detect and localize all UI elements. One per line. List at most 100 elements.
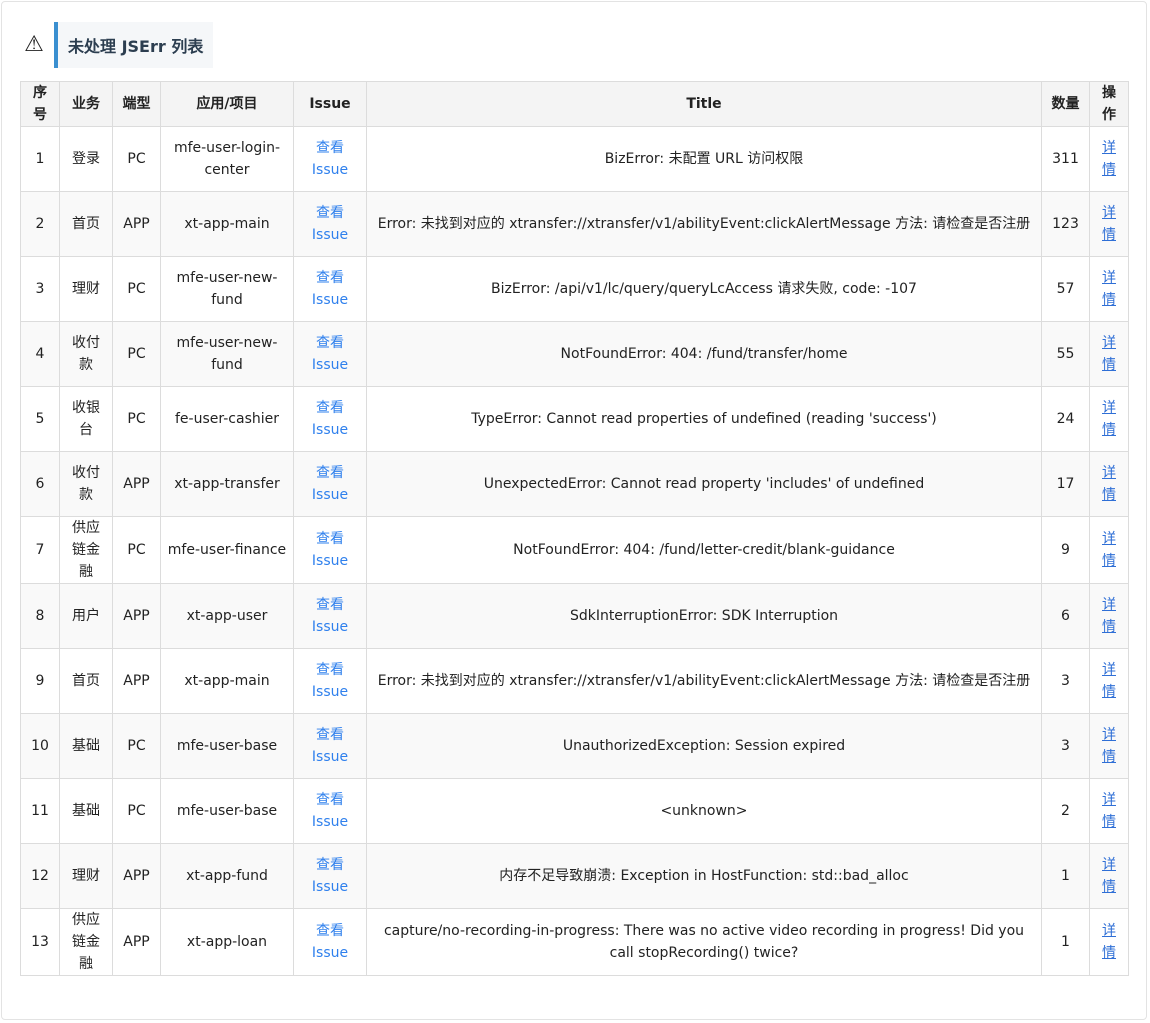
- row-detail-link[interactable]: 详情: [1102, 923, 1116, 961]
- row-biz: 收付款: [59, 321, 113, 387]
- row-app: mfe-user-base: [160, 778, 294, 844]
- column-header-count: 数量: [1041, 81, 1090, 127]
- row-detail-cell: 详情: [1089, 713, 1129, 779]
- row-issue-cell: 查看 Issue: [293, 583, 367, 649]
- row-detail-link[interactable]: 详情: [1102, 857, 1116, 895]
- row-issue-cell: 查看 Issue: [293, 843, 367, 909]
- row-no: 2: [20, 191, 60, 257]
- row-biz: 供应链金融: [59, 516, 113, 584]
- row-issue-cell: 查看 Issue: [293, 451, 367, 517]
- row-issue-cell: 查看 Issue: [293, 126, 367, 192]
- row-detail-link[interactable]: 详情: [1102, 531, 1116, 569]
- row-detail-cell: 详情: [1089, 321, 1129, 387]
- column-header-platform: 端型: [112, 81, 161, 127]
- row-platform: APP: [112, 583, 161, 649]
- table-row: 1 登录 PC mfe-user-login-center 查看 Issue BizErr…: [20, 126, 1129, 192]
- row-issue-link[interactable]: 查看 Issue: [312, 465, 348, 503]
- row-title: NotFoundError: 404: /fund/transfer/home: [366, 321, 1042, 387]
- row-detail-link[interactable]: 详情: [1102, 270, 1116, 308]
- row-detail-cell: 详情: [1089, 908, 1129, 976]
- row-no: 11: [20, 778, 60, 844]
- row-app: xt-app-user: [160, 583, 294, 649]
- row-title: 内存不足导致崩溃: Exception in HostFunction: std…: [366, 843, 1042, 909]
- row-no: 3: [20, 256, 60, 322]
- table-row: 5 收银台 PC fe-user-cashier 查看 Issue TypeError: …: [20, 386, 1129, 452]
- row-detail-link[interactable]: 详情: [1102, 465, 1116, 503]
- row-issue-link[interactable]: 查看 Issue: [312, 857, 348, 895]
- row-platform: PC: [112, 386, 161, 452]
- row-detail-link[interactable]: 详情: [1102, 335, 1116, 373]
- row-issue-link[interactable]: 查看 Issue: [312, 662, 348, 700]
- row-issue-link[interactable]: 查看 Issue: [312, 597, 348, 635]
- row-app: xt-app-main: [160, 191, 294, 257]
- row-app: xt-app-transfer: [160, 451, 294, 517]
- row-app: mfe-user-login-center: [160, 126, 294, 192]
- row-detail-cell: 详情: [1089, 648, 1129, 714]
- row-title: capture/no-recording-in-progress: There …: [366, 908, 1042, 976]
- table-row: 9 首页 APP xt-app-main 查看 Issue Error: 未找到对应的 x…: [20, 648, 1129, 714]
- row-issue-cell: 查看 Issue: [293, 648, 367, 714]
- row-biz: 收付款: [59, 451, 113, 517]
- row-biz: 首页: [59, 191, 113, 257]
- row-issue-link[interactable]: 查看 Issue: [312, 531, 348, 569]
- row-app: mfe-user-base: [160, 713, 294, 779]
- table-row: 11 基础 PC mfe-user-base 查看 Issue <unknown> 2 详情: [20, 778, 1129, 844]
- column-header-title: Title: [366, 81, 1042, 127]
- row-count: 3: [1041, 713, 1090, 779]
- row-detail-cell: 详情: [1089, 778, 1129, 844]
- row-issue-cell: 查看 Issue: [293, 191, 367, 257]
- column-header-biz: 业务: [59, 81, 113, 127]
- row-title: TypeError: Cannot read properties of und…: [366, 386, 1042, 452]
- row-no: 5: [20, 386, 60, 452]
- row-issue-link[interactable]: 查看 Issue: [312, 335, 348, 373]
- row-title: <unknown>: [366, 778, 1042, 844]
- row-detail-cell: 详情: [1089, 256, 1129, 322]
- row-count: 57: [1041, 256, 1090, 322]
- warning-icon: ⚠: [24, 32, 44, 57]
- row-title: SdkInterruptionError: SDK Interruption: [366, 583, 1042, 649]
- row-detail-link[interactable]: 详情: [1102, 140, 1116, 178]
- row-app: fe-user-cashier: [160, 386, 294, 452]
- row-detail-link[interactable]: 详情: [1102, 727, 1116, 765]
- row-detail-link[interactable]: 详情: [1102, 792, 1116, 830]
- row-issue-link[interactable]: 查看 Issue: [312, 205, 348, 243]
- row-count: 9: [1041, 516, 1090, 584]
- row-issue-cell: 查看 Issue: [293, 386, 367, 452]
- row-issue-link[interactable]: 查看 Issue: [312, 270, 348, 308]
- row-title: BizError: /api/v1/lc/query/queryLcAccess…: [366, 256, 1042, 322]
- row-title: NotFoundError: 404: /fund/letter-credit/…: [366, 516, 1042, 584]
- table-body: 1 登录 PC mfe-user-login-center 查看 Issue BizErr…: [20, 126, 1129, 976]
- row-count: 6: [1041, 583, 1090, 649]
- row-platform: APP: [112, 451, 161, 517]
- row-issue-link[interactable]: 查看 Issue: [312, 923, 348, 961]
- table-row: 10 基础 PC mfe-user-base 查看 Issue UnauthorizedE…: [20, 713, 1129, 779]
- row-app: xt-app-main: [160, 648, 294, 714]
- row-detail-cell: 详情: [1089, 843, 1129, 909]
- row-issue-link[interactable]: 查看 Issue: [312, 792, 348, 830]
- row-count: 3: [1041, 648, 1090, 714]
- row-detail-cell: 详情: [1089, 126, 1129, 192]
- row-issue-link[interactable]: 查看 Issue: [312, 400, 348, 438]
- row-detail-cell: 详情: [1089, 583, 1129, 649]
- row-detail-cell: 详情: [1089, 386, 1129, 452]
- row-app: mfe-user-finance: [160, 516, 294, 584]
- row-biz: 登录: [59, 126, 113, 192]
- row-issue-link[interactable]: 查看 Issue: [312, 727, 348, 765]
- row-count: 123: [1041, 191, 1090, 257]
- row-title: UnauthorizedException: Session expired: [366, 713, 1042, 779]
- row-platform: APP: [112, 908, 161, 976]
- row-count: 1: [1041, 908, 1090, 976]
- column-header-issue: Issue: [293, 81, 367, 127]
- row-count: 55: [1041, 321, 1090, 387]
- row-no: 12: [20, 843, 60, 909]
- row-no: 13: [20, 908, 60, 976]
- row-issue-cell: 查看 Issue: [293, 908, 367, 976]
- row-detail-link[interactable]: 详情: [1102, 597, 1116, 635]
- row-detail-link[interactable]: 详情: [1102, 662, 1116, 700]
- row-no: 7: [20, 516, 60, 584]
- row-detail-link[interactable]: 详情: [1102, 205, 1116, 243]
- row-platform: PC: [112, 713, 161, 779]
- row-issue-link[interactable]: 查看 Issue: [312, 140, 348, 178]
- row-detail-link[interactable]: 详情: [1102, 400, 1116, 438]
- row-platform: PC: [112, 321, 161, 387]
